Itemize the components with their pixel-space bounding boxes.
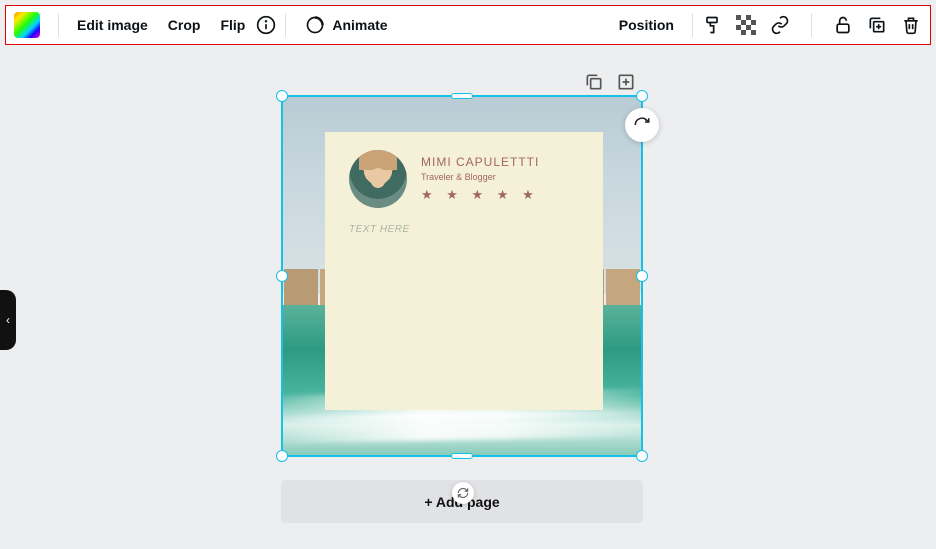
link-icon[interactable] — [769, 14, 791, 36]
info-icon[interactable] — [255, 14, 277, 36]
divider — [692, 13, 693, 37]
transparency-icon[interactable] — [735, 14, 757, 36]
divider — [811, 13, 812, 37]
animate-icon — [304, 14, 326, 36]
profile-subtitle[interactable]: Traveler & Blogger — [421, 172, 539, 182]
review-card[interactable]: MIMI CAPULETTTI Traveler & Blogger ★ ★ ★… — [325, 132, 603, 410]
resize-handle-mr[interactable] — [636, 270, 648, 282]
divider — [285, 13, 286, 37]
sync-icon — [452, 482, 474, 504]
flip-button[interactable]: Flip — [210, 17, 255, 33]
edit-image-button[interactable]: Edit image — [67, 17, 158, 33]
resize-handle-br[interactable] — [636, 450, 648, 462]
page-actions — [584, 72, 636, 92]
resize-handle-mb[interactable] — [451, 453, 473, 459]
duplicate-icon[interactable] — [866, 14, 888, 36]
star-rating[interactable]: ★ ★ ★ ★ ★ — [421, 187, 539, 203]
add-page-icon[interactable] — [616, 72, 636, 92]
resize-handle-ml[interactable] — [276, 270, 288, 282]
divider — [58, 13, 59, 37]
duplicate-page-icon[interactable] — [584, 72, 604, 92]
profile-name[interactable]: MIMI CAPULETTTI — [421, 155, 539, 169]
lock-icon[interactable] — [832, 14, 854, 36]
position-button[interactable]: Position — [609, 17, 684, 33]
toolbar: Edit image Crop Flip Animate Position — [5, 5, 931, 45]
color-picker-button[interactable] — [14, 12, 40, 38]
resize-handle-tr[interactable] — [636, 90, 648, 102]
collapse-panel-button[interactable]: ‹ — [0, 290, 16, 350]
resize-handle-bl[interactable] — [276, 450, 288, 462]
resize-handle-mt[interactable] — [451, 93, 473, 99]
format-painter-icon[interactable] — [701, 14, 723, 36]
delete-icon[interactable] — [900, 14, 922, 36]
regenerate-button[interactable] — [625, 108, 659, 142]
crop-button[interactable]: Crop — [158, 17, 211, 33]
avatar[interactable] — [349, 150, 407, 208]
animate-button[interactable]: Animate — [294, 14, 397, 36]
animate-label: Animate — [332, 17, 387, 33]
resize-handle-tl[interactable] — [276, 90, 288, 102]
text-placeholder[interactable]: TEXT HERE — [325, 216, 603, 243]
selection-box[interactable]: MIMI CAPULETTTI Traveler & Blogger ★ ★ ★… — [281, 95, 643, 457]
canvas[interactable]: ‹ MIMI CAPULETTTI Traveler & Blo — [0, 50, 936, 549]
